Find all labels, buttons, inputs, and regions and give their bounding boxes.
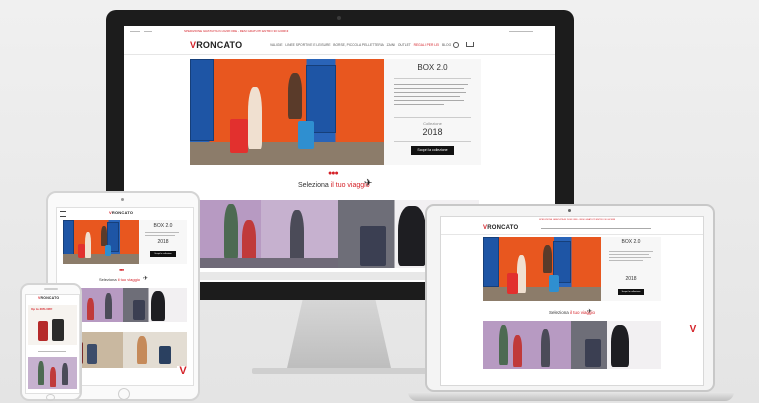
main-nav: VALIGIE LINEE SPORTIVE E LEISURE BORSE, …: [270, 43, 451, 47]
airplane-icon: ✈: [587, 309, 593, 315]
hero-image[interactable]: [483, 237, 601, 301]
collection-year: 2018: [422, 127, 443, 137]
sale-text: Up to 40% OFF: [31, 307, 53, 311]
brand-badge: V: [687, 325, 699, 337]
nav-item[interactable]: VALIGIE: [270, 43, 283, 47]
hero-panel: BOX 2.0 2018 Scopri la collezione: [601, 237, 661, 301]
hero-image[interactable]: [190, 59, 384, 165]
discover-collection-button[interactable]: Scopri la collezione: [150, 251, 176, 257]
laptop-screen: SPEDIZIONE GRATUITA IN 24/48 ORE - RESI …: [440, 216, 704, 386]
promo-bar: SPEDIZIONE GRATUITA IN 24/48 ORE - RESI …: [539, 219, 616, 221]
hero-title: BOX 2.0: [153, 223, 173, 229]
phone-speaker: [44, 288, 58, 290]
nav-item[interactable]: LINEE SPORTIVE E LEISURE: [285, 43, 330, 47]
nav-item[interactable]: REGALI PER LEI: [414, 43, 440, 47]
nav-item[interactable]: BORSE, PICCOLA PELLETTERIA: [333, 43, 384, 47]
travel-category-tile[interactable]: [28, 357, 77, 389]
utility-link[interactable]: [130, 31, 140, 32]
hero-title: BOX 2.0: [621, 239, 641, 245]
cart-icon[interactable]: [466, 42, 474, 47]
nav-item[interactable]: BLOG: [442, 43, 451, 47]
main-nav[interactable]: [541, 228, 651, 229]
slider-dots[interactable]: ●●●: [328, 170, 339, 177]
laptop-webcam: [568, 209, 571, 212]
promo-bar: SPEDIZIONE GRATUITA IN 24/48 ORE - RESI …: [184, 29, 289, 33]
phone-screen: VRONCATO Up to 40% OFF: [25, 294, 80, 394]
webcam: [337, 16, 341, 20]
airplane-icon: ✈: [143, 276, 149, 282]
travel-category-tile[interactable]: [123, 288, 187, 322]
menu-icon[interactable]: [60, 211, 66, 217]
collection-year: 2018: [625, 276, 637, 282]
hero-panel: BOX 2.0 Collezione 2018 Scopri la collez…: [384, 59, 481, 165]
tablet-camera: [121, 198, 124, 201]
airplane-icon: ✈: [364, 178, 373, 189]
discover-collection-button[interactable]: Scopri la collezione: [411, 146, 454, 155]
imac-base: [252, 368, 428, 374]
brand-logo[interactable]: VRONCATO: [483, 225, 518, 231]
hero-panel: BOX 2.0 2018 Scopri la collezione: [139, 220, 187, 264]
travel-category-tile[interactable]: [123, 332, 187, 368]
laptop-base: [408, 392, 734, 401]
hero-title: BOX 2.0: [417, 63, 448, 72]
collection-label: Collezione: [423, 121, 442, 126]
discover-collection-button[interactable]: Scopri la collezione: [618, 289, 644, 295]
imac-stand: [286, 300, 392, 370]
collection-year: 2018: [157, 239, 169, 245]
account-link[interactable]: [509, 31, 533, 32]
section-title: Seleziona il tuo viaggio: [99, 277, 140, 282]
header-divider: [124, 54, 555, 55]
hero-image[interactable]: [63, 220, 139, 264]
sale-banner[interactable]: Up to 40% OFF: [28, 305, 77, 345]
brand-logo[interactable]: VRONCATO: [109, 211, 133, 215]
nav-item[interactable]: ZAINI: [387, 43, 395, 47]
phone-home-button[interactable]: [46, 394, 55, 401]
travel-category-tile[interactable]: [198, 200, 338, 268]
brand-badge: V: [177, 366, 189, 380]
slider-dots[interactable]: ●●●: [119, 268, 124, 272]
utility-link[interactable]: [144, 31, 152, 32]
brand-logo[interactable]: VRONCATO: [38, 296, 59, 301]
nav-item[interactable]: OUTLET: [398, 43, 411, 47]
section-title: Seleziona il tuo viaggio: [298, 182, 370, 189]
search-icon[interactable]: [453, 42, 459, 48]
travel-category-tile[interactable]: [483, 321, 571, 369]
travel-category-tile[interactable]: [571, 321, 661, 369]
home-button[interactable]: [118, 388, 130, 400]
brand-logo[interactable]: VRONCATO: [190, 41, 242, 50]
